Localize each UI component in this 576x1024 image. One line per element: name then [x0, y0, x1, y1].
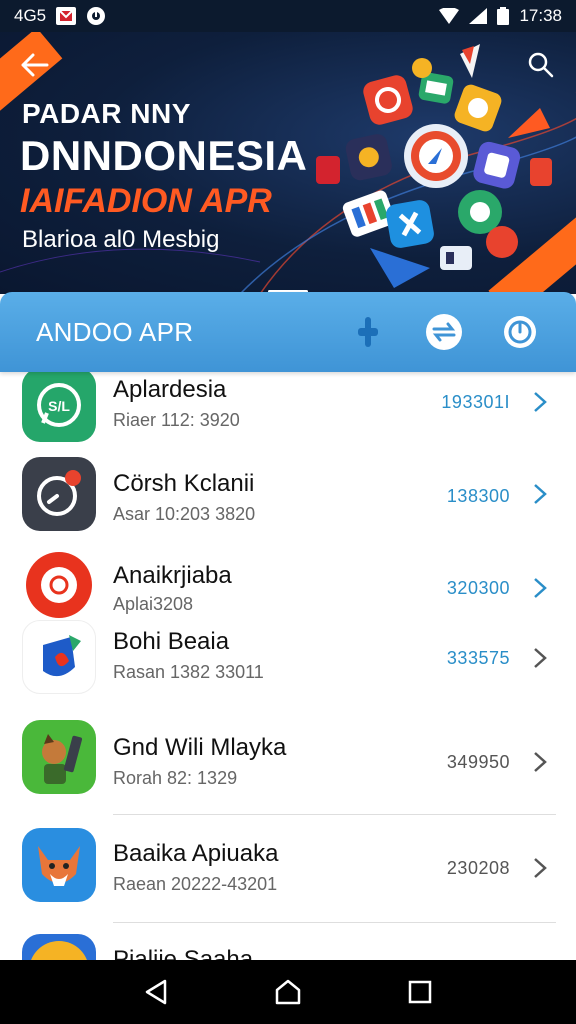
item-value: 320300 [446, 578, 510, 598]
item-value: 333575 [446, 648, 510, 668]
hero-banner: PADAR NNY DNNDONESIA IAIFADION APR Blari… [0, 32, 576, 294]
chevron-right-icon [530, 646, 550, 670]
recents-icon [408, 980, 432, 1004]
item-subtitle: Asar 10:203 3820 [113, 504, 256, 524]
list-item[interactable]: Cörsh Kclanii Asar 10:203 3820 138300 [0, 452, 576, 548]
whatsapp-style-icon: S/L [22, 372, 96, 442]
item-title: Aplardesia [113, 376, 227, 403]
notification-icon [56, 7, 77, 25]
status-bar: 4G5 17:38 [0, 0, 576, 32]
plus-icon [358, 317, 378, 347]
nav-recents-button[interactable] [398, 970, 442, 1014]
list-item[interactable]: Bohi Beaia Rasan 1382 33011 333575 [0, 612, 576, 712]
item-value: 230208 [446, 858, 510, 878]
carrier-label: 4G5 [14, 6, 47, 25]
list-item[interactable]: Baaika Apiuaka Raean 20222-43201 230208 [0, 816, 576, 923]
signal-icon [469, 8, 488, 24]
battery-icon [497, 7, 510, 25]
item-title: Anaikrjiaba [113, 562, 232, 589]
svg-text:S/L: S/L [48, 398, 70, 414]
globe-icon [22, 934, 96, 960]
chevron-right-icon [530, 576, 550, 600]
swap-icon [426, 314, 462, 350]
item-subtitle: Riaer 112: 3920 [113, 410, 240, 430]
clock-icon [504, 316, 536, 348]
list-item[interactable]: S/L Aplardesia Riaer 112: 3920 193301I [0, 372, 576, 452]
item-title: Gnd Wili Mlayka [113, 734, 287, 761]
wifi-icon [439, 8, 460, 24]
item-title: Baaika Apiuaka [113, 840, 279, 867]
hero-tagline: Blarioa al0 Mesbig [22, 226, 220, 253]
chevron-right-icon [530, 750, 550, 774]
item-value: 138300 [446, 486, 510, 506]
section-header: ANDOO APR [0, 292, 576, 372]
home-icon [275, 979, 301, 1005]
character-icon [22, 720, 96, 794]
clock-time: 17:38 [519, 6, 562, 25]
item-title: Pialiie Saaha [113, 946, 254, 960]
camera-ring-icon [22, 457, 96, 531]
chevron-right-icon [530, 482, 550, 506]
back-triangle-icon [145, 979, 167, 1005]
sync-icon [86, 6, 106, 26]
list-divider [113, 814, 556, 815]
navigation-bar [0, 960, 576, 1024]
hero-app-icons-illustration [316, 44, 552, 288]
section-title: ANDOO APR [36, 316, 194, 347]
hero-title-top: PADAR NNY [22, 98, 191, 129]
nav-home-button[interactable] [266, 970, 310, 1014]
item-subtitle: Rorah 82: 1329 [113, 768, 238, 788]
list-divider [113, 922, 556, 923]
arrow-left-icon [21, 53, 49, 77]
list-item[interactable]: Gnd Wili Mlayka Rorah 82: 1329 349950 [0, 712, 576, 815]
app-list: S/L Aplardesia Riaer 112: 3920 193301I C… [0, 372, 576, 960]
hero-title: DNNDONESIA [20, 132, 308, 179]
item-value: 193301I [441, 392, 510, 412]
item-subtitle: Rasan 1382 33011 [113, 662, 264, 682]
hero-subtitle: IAIFADION APR [20, 182, 272, 220]
fox-icon [22, 828, 96, 902]
chevron-right-icon [530, 856, 550, 880]
swap-button[interactable] [424, 312, 464, 352]
chevron-right-icon [530, 390, 550, 414]
add-button[interactable] [348, 312, 388, 352]
item-value: 349950 [446, 752, 510, 772]
item-title: Cörsh Kclanii [113, 470, 255, 497]
back-button[interactable] [18, 48, 52, 82]
history-button[interactable] [500, 312, 540, 352]
nav-back-button[interactable] [134, 970, 178, 1014]
item-subtitle: Raean 20222-43201 [113, 874, 278, 894]
list-item[interactable]: Pialiie Saaha [0, 932, 576, 960]
shield-icon [22, 620, 96, 694]
item-title: Bohi Beaia [113, 628, 230, 655]
list-item[interactable]: Anaikrjiaba Aplai3208 320300 [0, 548, 576, 618]
